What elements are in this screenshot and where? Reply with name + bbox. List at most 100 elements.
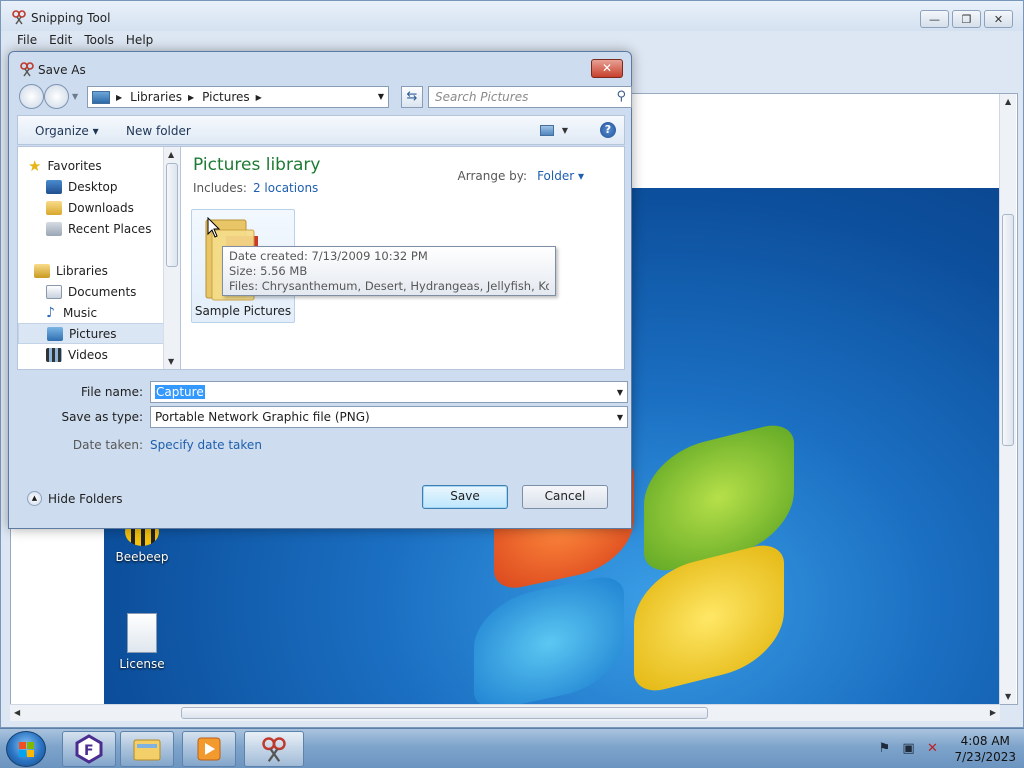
menu-help[interactable]: Help	[120, 31, 159, 51]
search-input[interactable]: Search Pictures ⚲	[428, 86, 632, 108]
close-button[interactable]: ✕	[984, 10, 1013, 28]
clock-time: 4:08 AM	[960, 734, 1010, 748]
breadcrumb-libraries[interactable]: Libraries	[130, 90, 182, 104]
desktop-icon-label: Beebeep	[115, 550, 169, 564]
dialog-close-button[interactable]: ✕	[591, 59, 623, 78]
scroll-left-icon[interactable]: ◀	[14, 708, 20, 717]
vertical-scrollbar[interactable]: ▲ ▼	[999, 94, 1016, 704]
save-type-row: Save as type: Portable Network Graphic f…	[17, 406, 628, 428]
recent-pages-chevron-icon[interactable]: ▼	[72, 92, 78, 101]
cancel-button[interactable]: Cancel	[522, 485, 608, 509]
chevron-up-icon: ▲	[27, 491, 42, 506]
downloads-folder-icon	[46, 200, 62, 215]
minimize-button[interactable]: —	[920, 10, 949, 28]
taskbar-media-player[interactable]	[182, 731, 236, 767]
view-options-chevron-icon[interactable]: ▼	[562, 126, 568, 135]
navigation-bar: ▼ ▶ Libraries ▶ Pictures ▶ ▼ ⇆ Search Pi…	[17, 84, 632, 110]
menu-edit[interactable]: Edit	[43, 31, 78, 51]
arrange-by-dropdown[interactable]: Folder ▾	[537, 169, 584, 183]
save-button[interactable]: Save	[422, 485, 508, 509]
breadcrumb-arrow-icon[interactable]: ▶	[188, 93, 194, 102]
new-folder-button[interactable]: New folder	[126, 124, 191, 138]
windows-flag-icon	[19, 742, 34, 757]
search-icon[interactable]: ⚲	[616, 89, 626, 104]
recent-places-icon	[46, 221, 62, 236]
music-icon: ♪	[46, 304, 55, 321]
nav-item-libraries[interactable]: Libraries	[34, 260, 180, 281]
taskbar-snipping-tool[interactable]	[244, 731, 304, 767]
nav-item-label: Desktop	[68, 179, 118, 194]
taskbar-app-launcher[interactable]: F	[62, 731, 116, 767]
scroll-right-icon[interactable]: ▶	[990, 708, 996, 717]
snipping-tool-title: Snipping Tool	[31, 11, 111, 25]
action-center-flag-icon[interactable]: ⚑	[876, 741, 892, 757]
forward-button[interactable]	[44, 84, 69, 109]
organize-button[interactable]: Organize ▾	[35, 124, 99, 138]
tooltip-size: Size: 5.56 MB	[229, 264, 308, 278]
nav-item-label: Music	[62, 305, 98, 320]
system-tray: ⚑ ▣ ✕ 4:08 AM 7/23/2023	[876, 733, 1016, 765]
breadcrumb-arrow-icon[interactable]: ▶	[256, 93, 262, 102]
chevron-down-icon[interactable]: ▼	[617, 388, 623, 397]
nav-item-favorites[interactable]: ★ Favorites	[28, 155, 174, 176]
change-view-icon[interactable]	[540, 125, 554, 136]
chevron-down-icon[interactable]: ▼	[617, 413, 623, 422]
address-dropdown-chevron-icon[interactable]: ▼	[378, 92, 384, 101]
scroll-down-icon[interactable]: ▼	[168, 357, 174, 366]
file-name-field[interactable]: Capture ▼	[150, 381, 628, 403]
desktop-icon	[46, 179, 62, 194]
scissors-icon	[262, 737, 286, 762]
save-type-label: Save as type:	[61, 410, 143, 424]
hide-folders-toggle[interactable]: ▲ Hide Folders	[27, 491, 123, 506]
breadcrumb-arrow-icon[interactable]: ▶	[116, 93, 122, 102]
nav-item-label: Favorites	[47, 158, 102, 173]
svg-text:F: F	[84, 743, 94, 759]
scroll-up-icon[interactable]: ▲	[1005, 97, 1011, 106]
pictures-library-icon	[92, 90, 110, 104]
network-icon[interactable]: ▣	[900, 741, 916, 757]
mouse-cursor-icon	[207, 217, 221, 238]
save-type-select[interactable]: Portable Network Graphic file (PNG) ▼	[150, 406, 628, 428]
tooltip-files: Files: Chrysanthemum, Desert, Hydrangeas…	[229, 279, 549, 293]
pictures-icon	[47, 326, 63, 341]
back-button[interactable]	[19, 84, 44, 109]
clock[interactable]: 4:08 AM 7/23/2023	[954, 733, 1016, 765]
restore-button[interactable]: ❐	[952, 10, 981, 28]
volume-muted-icon[interactable]: ✕	[924, 741, 940, 757]
file-name-value: Capture	[155, 385, 205, 399]
desktop-icon-license[interactable]: License	[112, 613, 172, 671]
documents-icon	[46, 284, 62, 299]
nav-item-label: Recent Places	[68, 221, 152, 236]
locations-link[interactable]: 2 locations	[253, 181, 318, 195]
save-type-value: Portable Network Graphic file (PNG)	[155, 410, 370, 424]
folder-icon	[133, 739, 161, 761]
taskbar-explorer[interactable]	[120, 731, 174, 767]
navigation-pane-scrollbar[interactable]: ▲ ▼	[163, 147, 180, 369]
taskbar: F ⚑ ▣ ✕ 4:08 AM 7/23/2023	[0, 728, 1024, 768]
refresh-button[interactable]: ⇆	[401, 86, 423, 108]
desktop-icon-label: License	[119, 657, 165, 671]
address-bar[interactable]: ▶ Libraries ▶ Pictures ▶ ▼	[87, 86, 389, 108]
menu-file[interactable]: File	[11, 31, 43, 51]
file-name-row: File name: Capture ▼	[17, 381, 628, 403]
arrange-by: Arrange by: Folder ▾	[458, 169, 584, 183]
scrollbar-thumb[interactable]	[1002, 214, 1014, 446]
snipping-tool-titlebar[interactable]: Snipping Tool — ❐ ✕	[1, 1, 1023, 31]
dialog-titlebar[interactable]: Save As ✕	[9, 52, 631, 82]
nav-item-pictures[interactable]: Pictures	[18, 323, 164, 344]
breadcrumb-pictures[interactable]: Pictures	[202, 90, 250, 104]
scissors-icon	[12, 10, 26, 25]
scroll-down-icon[interactable]: ▼	[1005, 692, 1011, 701]
menu-tools[interactable]: Tools	[78, 31, 120, 51]
scroll-up-icon[interactable]: ▲	[168, 150, 174, 159]
app-f-icon: F	[75, 734, 103, 764]
start-button[interactable]	[6, 731, 46, 767]
hide-folders-label: Hide Folders	[48, 491, 123, 506]
scrollbar-thumb[interactable]	[166, 163, 178, 267]
nav-item-label: Pictures	[69, 326, 117, 341]
scrollbar-thumb[interactable]	[181, 707, 708, 719]
help-icon[interactable]: ?	[600, 122, 616, 138]
horizontal-scrollbar[interactable]: ◀ ▶	[10, 704, 1000, 721]
date-taken-row: Date taken: Specify date taken	[17, 434, 625, 456]
specify-date-taken-link[interactable]: Specify date taken	[150, 438, 262, 452]
